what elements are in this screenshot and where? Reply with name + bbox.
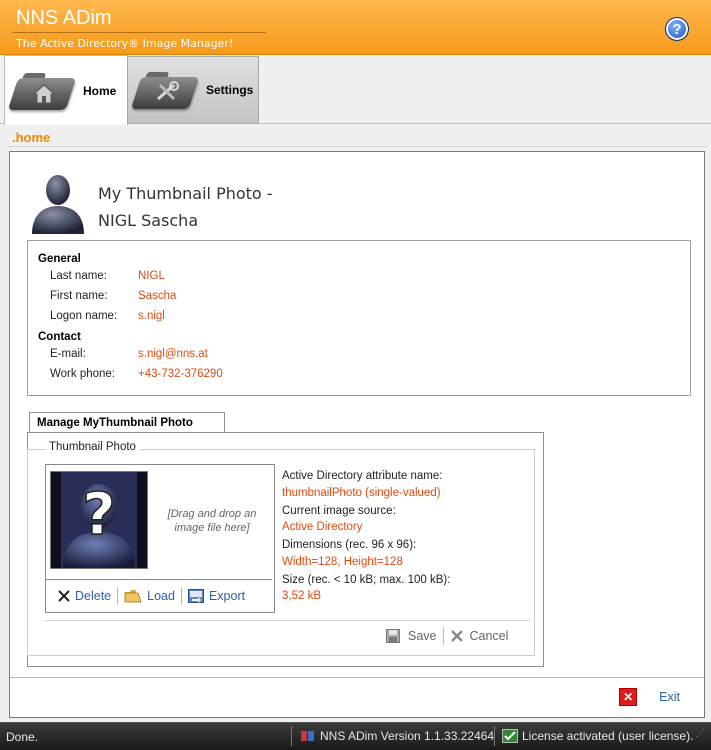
size-label: Size (rec. < 10 kB; max. 100 kB): [282, 573, 451, 586]
export-label: Export [208, 589, 246, 603]
size-value: 3,52 kB [282, 590, 321, 602]
page-title-line2: NIGL Sascha [98, 211, 199, 230]
save-button[interactable]: Save [380, 629, 443, 643]
page-title: My Thumbnail Photo - NIGL Sascha [98, 180, 273, 234]
tab-settings-label: Settings [206, 83, 254, 97]
user-avatar-icon [32, 175, 84, 234]
export-icon [187, 589, 204, 603]
delete-x-icon [58, 590, 70, 602]
exit-button[interactable]: ✕ Exit [619, 688, 680, 706]
attribute-details: Active Directory attribute name: thumbna… [282, 468, 532, 606]
status-bar: Done. NNS ADim Version 1.1.33.22464 Lice… [0, 722, 711, 750]
tab-manage-thumbnail[interactable]: Manage MyThumbnail Photo [29, 412, 225, 432]
thumbnail-image: ? [50, 471, 148, 569]
house-folder-icon [7, 68, 77, 114]
drop-hint-text: [Drag and drop an image file here] [167, 508, 257, 534]
photo-actions-divider [46, 579, 272, 580]
help-icon[interactable]: ? [665, 17, 689, 41]
tools-folder-icon [130, 67, 200, 113]
page-title-line1: My Thumbnail Photo - [98, 184, 273, 203]
cancel-button[interactable]: Cancel [444, 629, 515, 643]
last-name-value: NIGL [138, 270, 165, 282]
general-heading: General [38, 253, 81, 265]
page-label-divider [8, 146, 707, 147]
image-source-label: Current image source: [282, 504, 396, 517]
delete-button[interactable]: Delete [52, 586, 117, 606]
floppy-disk-icon [386, 629, 400, 643]
app-logo-icon [301, 731, 314, 741]
main-panel: My Thumbnail Photo - NIGL Sascha General… [9, 151, 705, 718]
app-title: NNS ADim [16, 7, 112, 29]
delete-label: Delete [75, 589, 112, 603]
attr-name-label: Active Directory attribute name: [282, 470, 443, 482]
thumbnail-fieldset-legend: Thumbnail Photo [46, 441, 139, 453]
svg-text:?: ? [82, 480, 116, 548]
resize-grip[interactable]: ⋰ [695, 729, 707, 743]
status-separator [494, 726, 495, 746]
cancel-label: Cancel [469, 629, 509, 643]
first-name-label: First name: [50, 290, 108, 302]
dimensions-value: Width=128, Height=128 [282, 555, 403, 568]
logon-name-label: Logon name: [50, 310, 118, 322]
image-source-value: Active Directory [282, 521, 363, 533]
save-divider [45, 620, 530, 621]
load-label: Load [147, 589, 175, 603]
attr-name-value: thumbnailPhoto (single-valued) [282, 486, 441, 499]
cancel-x-icon [450, 630, 463, 642]
contact-heading: Contact [38, 331, 81, 343]
save-label: Save [408, 629, 437, 643]
license-check-icon [502, 729, 518, 743]
info-box-divider [27, 395, 689, 396]
dimensions-label: Dimensions (rec. 96 x 96): [282, 539, 417, 551]
app-subtitle: The Active Directory® Image Manager! [16, 37, 234, 50]
load-button[interactable]: Load [118, 586, 181, 606]
open-folder-icon [124, 590, 142, 603]
user-info-box: General Last name: NIGL First name: Sasc… [27, 240, 691, 396]
email-value: s.nigl@nns.at [138, 348, 208, 360]
tab-settings[interactable]: Settings [127, 56, 259, 124]
status-version: NNS ADim Version 1.1.33.22464 [300, 729, 494, 743]
status-separator [291, 726, 292, 746]
page-label: .home [12, 130, 51, 145]
help-glyph: ? [672, 20, 682, 38]
export-button[interactable]: Export [182, 586, 251, 606]
last-name-label: Last name: [50, 270, 107, 282]
status-license-text: License activated (user license). [522, 729, 694, 743]
title-divider [12, 32, 266, 33]
tab-strip: Home Settings [0, 55, 711, 125]
status-version-text: NNS ADim Version 1.1.33.22464 [320, 729, 495, 743]
status-license: License activated (user license). [502, 729, 693, 743]
photo-actions: Delete Load Export [52, 586, 251, 606]
work-phone-label: Work phone: [50, 368, 115, 380]
status-text: Done. [6, 730, 39, 744]
exit-close-icon: ✕ [619, 688, 638, 706]
tab-home[interactable]: Home [4, 55, 128, 125]
exit-divider [10, 677, 704, 678]
app-header: NNS ADim The Active Directory® Image Man… [0, 0, 711, 55]
logon-name-value: s.nigl [138, 310, 165, 322]
exit-label: Exit [659, 690, 680, 704]
save-cancel-row: Save Cancel [380, 627, 514, 645]
tab-home-label: Home [83, 83, 117, 98]
email-label: E-mail: [50, 348, 86, 360]
first-name-value: Sascha [138, 290, 177, 302]
work-phone-value: +43-732-376290 [138, 368, 223, 380]
